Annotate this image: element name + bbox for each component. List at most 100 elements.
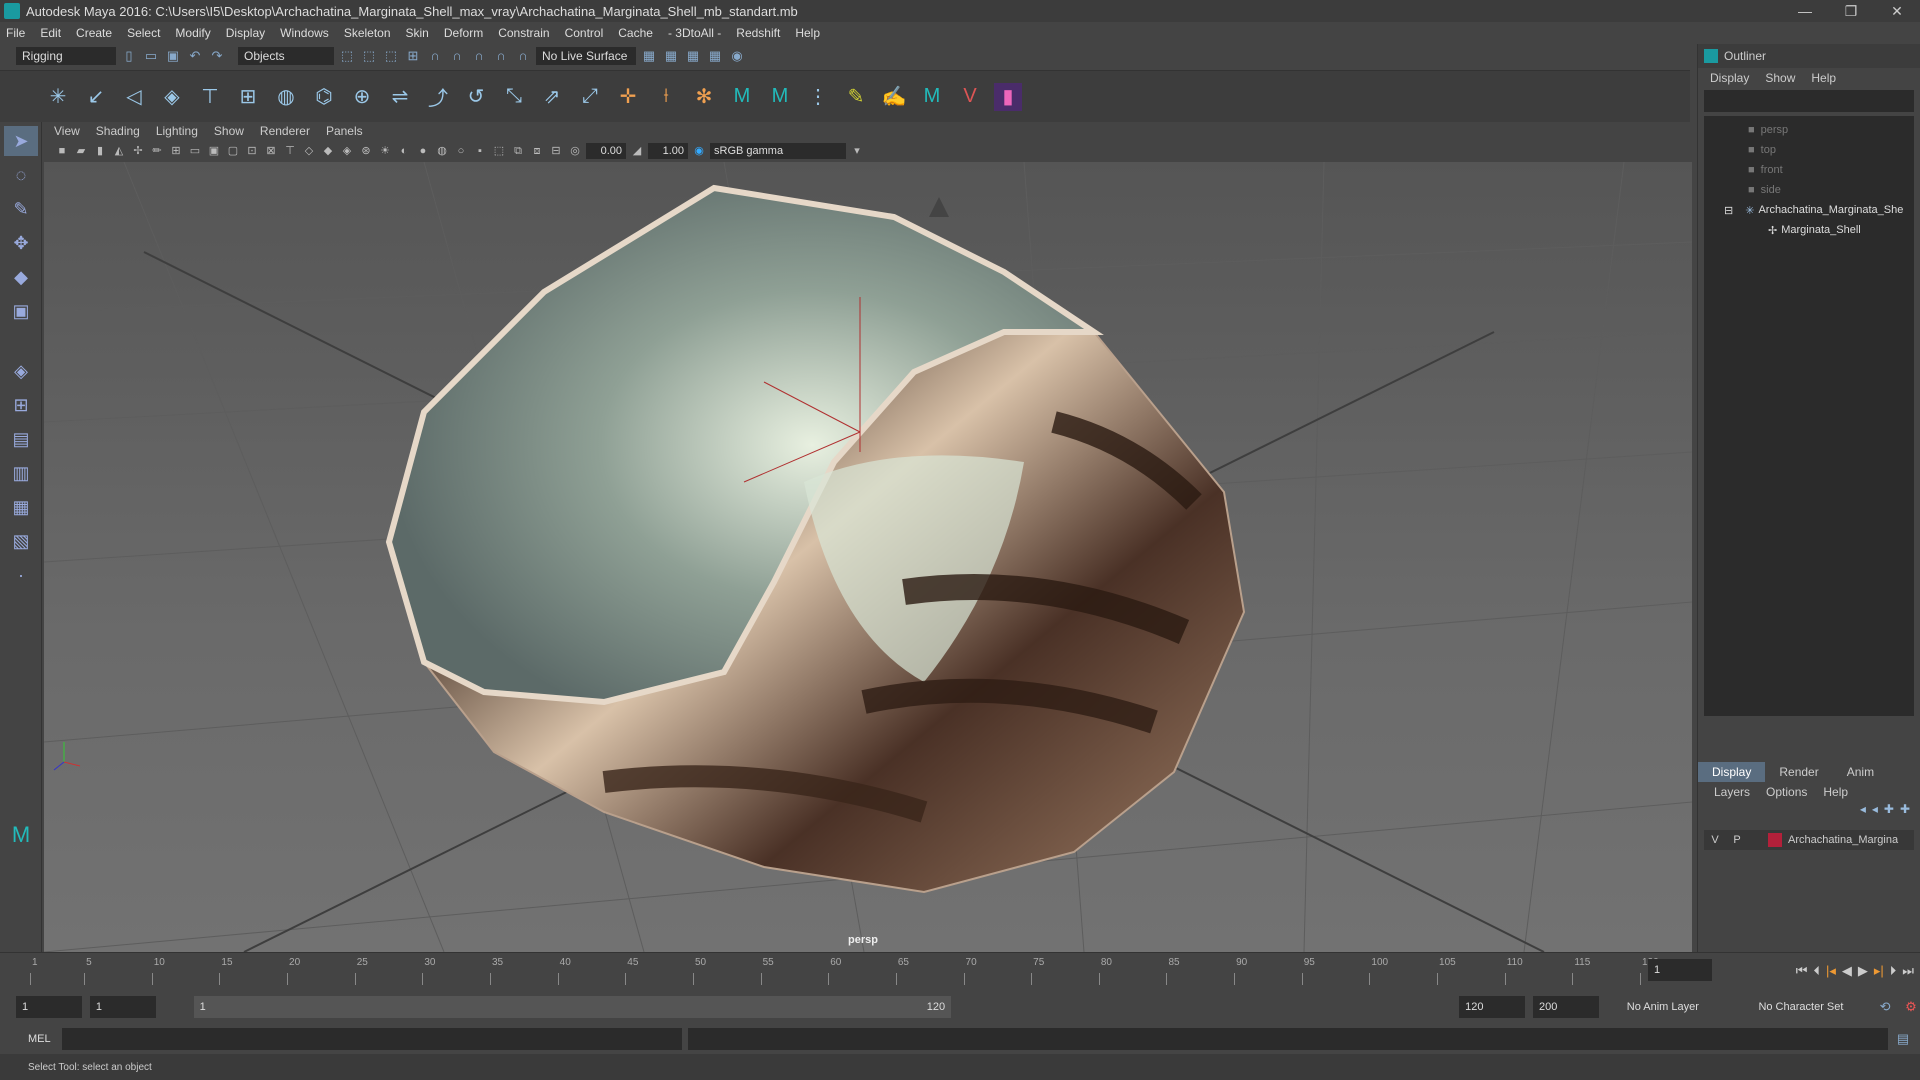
- menu-cache[interactable]: Cache: [618, 26, 653, 40]
- camera-attr-icon[interactable]: ▰: [73, 143, 89, 159]
- snap-point-icon[interactable]: ∩: [448, 47, 466, 65]
- select-by-object-icon[interactable]: ⬚: [360, 47, 378, 65]
- layers-menu-options[interactable]: Options: [1766, 782, 1807, 802]
- step-forward-icon[interactable]: ▸|: [1874, 963, 1884, 979]
- ik-fk-icon[interactable]: ⟊: [652, 83, 680, 111]
- menu-3dtoall[interactable]: - 3DtoAll -: [668, 26, 721, 40]
- render-settings-icon[interactable]: ▦: [706, 47, 724, 65]
- orient-constraint-icon[interactable]: ↺: [462, 83, 490, 111]
- menu-control[interactable]: Control: [565, 26, 604, 40]
- outliner-menu-show[interactable]: Show: [1765, 71, 1795, 85]
- layer-visibility-toggle[interactable]: V: [1704, 834, 1726, 846]
- move-tool-icon[interactable]: ✥: [4, 228, 38, 258]
- vp-menu-view[interactable]: View: [54, 124, 80, 138]
- lattice-icon[interactable]: ⊞: [234, 83, 262, 111]
- current-frame-field[interactable]: 1: [1648, 959, 1712, 981]
- gamma-icon[interactable]: ◢: [629, 143, 645, 159]
- undo-icon[interactable]: ↶: [186, 47, 204, 65]
- vp-menu-renderer[interactable]: Renderer: [260, 124, 310, 138]
- auto-key-icon[interactable]: ⟲: [1876, 998, 1894, 1016]
- xray-active-icon[interactable]: ⊟: [548, 143, 564, 159]
- ipr-render-icon[interactable]: ▦: [684, 47, 702, 65]
- outliner-item-mesh[interactable]: ✢ Marginata_Shell: [1704, 220, 1914, 240]
- menu-display[interactable]: Display: [226, 26, 265, 40]
- time-slider[interactable]: 1 5 10 15 20 25 30 35 40 45 50 55 60 65 70 75 80 85 90 95 10…: [0, 952, 1920, 990]
- resolution-gate-icon[interactable]: ▣: [206, 143, 222, 159]
- menu-select[interactable]: Select: [127, 26, 160, 40]
- rotate-tool-icon[interactable]: ◆: [4, 262, 38, 292]
- outliner-item-persp[interactable]: ■ persp: [1704, 120, 1914, 140]
- vp-menu-panels[interactable]: Panels: [326, 124, 363, 138]
- outliner-item-group[interactable]: ⊟ ✳ Archachatina_Marginata_She: [1704, 200, 1914, 220]
- command-input[interactable]: [62, 1028, 682, 1050]
- bind-skin-icon[interactable]: ◈: [158, 83, 186, 111]
- hypershade-icon[interactable]: ◉: [728, 47, 746, 65]
- collapse-icon[interactable]: ⊟: [1724, 204, 1733, 217]
- play-forward-icon[interactable]: ▶: [1858, 963, 1868, 979]
- scale-constraint-icon[interactable]: ⤡: [500, 83, 528, 111]
- grease-pencil-icon[interactable]: ✏: [149, 143, 165, 159]
- film-gate-icon[interactable]: ▭: [187, 143, 203, 159]
- menu-modify[interactable]: Modify: [175, 26, 210, 40]
- menu-help[interactable]: Help: [795, 26, 820, 40]
- move-layer-up-icon[interactable]: ◂: [1860, 802, 1866, 816]
- pole-vector-icon[interactable]: ⤢: [576, 83, 604, 111]
- snap-grid-icon[interactable]: ⊞: [404, 47, 422, 65]
- layout-hypershade-icon[interactable]: ▦: [4, 492, 38, 522]
- point-constraint-icon[interactable]: ⤴: [424, 83, 452, 111]
- lasso-tool-icon[interactable]: ◌: [4, 160, 38, 190]
- go-end-icon[interactable]: ⏭: [1902, 963, 1914, 979]
- tab-anim[interactable]: Anim: [1833, 762, 1888, 782]
- menu-skin[interactable]: Skin: [406, 26, 429, 40]
- new-layer-icon[interactable]: ✚: [1884, 802, 1894, 816]
- step-back-key-icon[interactable]: ⏴: [1813, 963, 1820, 979]
- snap-surface-icon[interactable]: ∩: [492, 47, 510, 65]
- outliner-item-top[interactable]: ■ top: [1704, 140, 1914, 160]
- live-surface-field[interactable]: No Live Surface: [536, 47, 636, 65]
- tab-render[interactable]: Render: [1765, 762, 1832, 782]
- menu-deform[interactable]: Deform: [444, 26, 483, 40]
- menu-edit[interactable]: Edit: [40, 26, 61, 40]
- vray-icon[interactable]: V: [956, 83, 984, 111]
- menuset-dropdown[interactable]: Rigging: [16, 47, 116, 65]
- gamma-field[interactable]: 1.00: [648, 143, 688, 159]
- color-management-icon[interactable]: ◉: [691, 143, 707, 159]
- cluster-icon[interactable]: ◍: [272, 83, 300, 111]
- smooth-shade-icon[interactable]: ◆: [320, 143, 336, 159]
- new-scene-icon[interactable]: ▯: [120, 47, 138, 65]
- range-slider[interactable]: 1 120: [193, 996, 952, 1018]
- image-plane-icon[interactable]: ◭: [111, 143, 127, 159]
- menu-windows[interactable]: Windows: [280, 26, 329, 40]
- layout-custom-icon[interactable]: ▧: [4, 526, 38, 556]
- colorspace-dropdown[interactable]: sRGB gamma: [710, 143, 846, 159]
- restore-button[interactable]: ❐: [1828, 0, 1874, 22]
- paint-weights-icon[interactable]: ✎: [842, 83, 870, 111]
- tab-display[interactable]: Display: [1698, 762, 1766, 782]
- ik-handle-icon[interactable]: ↙: [82, 83, 110, 111]
- outliner-menu-help[interactable]: Help: [1811, 71, 1836, 85]
- snap-curve-icon[interactable]: ∩: [426, 47, 444, 65]
- layout-persp-outliner-icon[interactable]: ▤: [4, 424, 38, 454]
- menu-redshift[interactable]: Redshift: [736, 26, 780, 40]
- wrap-icon[interactable]: ⌬: [310, 83, 338, 111]
- select-tool-icon[interactable]: ➤: [4, 126, 38, 156]
- render-current-icon[interactable]: ▦: [662, 47, 680, 65]
- dof-icon[interactable]: ▪: [472, 143, 488, 159]
- mash-icon[interactable]: M: [918, 83, 946, 111]
- step-forward-key-icon[interactable]: ⏵: [1890, 963, 1897, 979]
- snap-live-icon[interactable]: ∩: [514, 47, 532, 65]
- outliner-item-side[interactable]: ■ side: [1704, 180, 1914, 200]
- vp-menu-show[interactable]: Show: [214, 124, 244, 138]
- layer-playback-toggle[interactable]: P: [1726, 834, 1748, 846]
- textured-icon[interactable]: ⊛: [358, 143, 374, 159]
- select-by-hierarchy-icon[interactable]: ⬚: [338, 47, 356, 65]
- snap-view-icon[interactable]: ∩: [470, 47, 488, 65]
- ao-icon[interactable]: ●: [415, 143, 431, 159]
- new-layer-selected-icon[interactable]: ✚: [1900, 802, 1910, 816]
- parent-constraint-icon[interactable]: ⇌: [386, 83, 414, 111]
- maya-script-2-icon[interactable]: M: [766, 83, 794, 111]
- redo-icon[interactable]: ↷: [208, 47, 226, 65]
- viewport-persp[interactable]: persp: [44, 162, 1692, 952]
- character-set-dropdown[interactable]: No Character Set: [1752, 996, 1869, 1018]
- paint-select-icon[interactable]: ✎: [4, 194, 38, 224]
